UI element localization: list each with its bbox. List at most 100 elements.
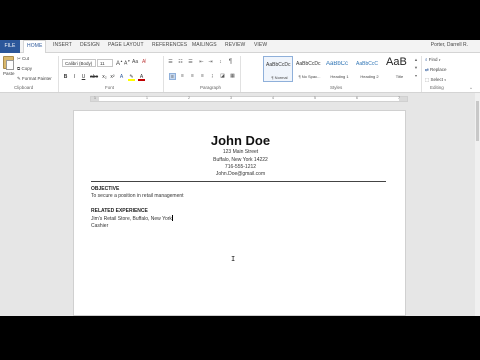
tab-file[interactable]: FILE bbox=[0, 40, 20, 53]
resume-phone: 716-555-1212 bbox=[224, 164, 257, 170]
tab-design[interactable]: DESIGN bbox=[80, 42, 100, 48]
subscript-icon[interactable]: x₂ bbox=[101, 74, 108, 81]
superscript-icon[interactable]: x² bbox=[109, 74, 116, 81]
style-sample: AaBbCcC bbox=[356, 61, 378, 67]
style-sample: AaBbCcDc bbox=[296, 61, 321, 67]
style-title[interactable]: AaB Title bbox=[384, 56, 414, 82]
increase-indent-icon[interactable]: ⇥ bbox=[207, 59, 214, 66]
vertical-scrollbar[interactable] bbox=[475, 93, 480, 316]
underline-button[interactable]: U bbox=[80, 74, 87, 81]
resume-name: John Doe bbox=[210, 133, 271, 148]
paste-button[interactable]: Paste bbox=[3, 71, 15, 76]
strikethrough-icon[interactable]: abc bbox=[90, 74, 98, 81]
text-effects-icon[interactable]: A bbox=[118, 74, 125, 81]
borders-icon[interactable]: ▦ bbox=[229, 73, 236, 80]
italic-button[interactable]: I bbox=[71, 74, 78, 81]
tab-page-layout[interactable]: PAGE LAYOUT bbox=[108, 42, 144, 48]
select-button[interactable]: ⬚ Select ▾ bbox=[425, 77, 446, 83]
align-center-icon[interactable]: ≡ bbox=[179, 73, 186, 80]
horizontal-rule bbox=[91, 181, 386, 182]
word-window: FILE HOME INSERT DESIGN PAGE LAYOUT REFE… bbox=[0, 40, 480, 316]
resume-city: Buffalo, New York 14222 bbox=[213, 157, 268, 163]
ruler-number: 1 bbox=[146, 96, 148, 100]
bold-button[interactable]: B bbox=[62, 74, 69, 81]
scrollbar-thumb[interactable] bbox=[476, 101, 479, 141]
find-label: Find bbox=[428, 57, 438, 62]
ribbon-divider bbox=[58, 56, 59, 92]
paragraph-group-label: Paragraph bbox=[200, 85, 222, 90]
font-color-icon[interactable]: A bbox=[138, 74, 145, 81]
style-heading-2[interactable]: AaBbCcC Heading 2 bbox=[354, 56, 384, 82]
text-cursor bbox=[172, 215, 173, 221]
ruler-number: 3 bbox=[230, 96, 232, 100]
clipboard-group-label: Clipboard bbox=[14, 85, 34, 90]
ruler-right-margin bbox=[399, 97, 407, 101]
gallery-more-icon[interactable]: ▾ bbox=[413, 72, 419, 80]
find-button[interactable]: ⌕ Find ▾ bbox=[425, 57, 440, 62]
brush-icon: ✎ bbox=[17, 76, 21, 81]
copy-button[interactable]: ⧉ Copy bbox=[17, 66, 32, 71]
ribbon-tab-bar: FILE HOME INSERT DESIGN PAGE LAYOUT REFE… bbox=[0, 40, 480, 54]
font-size-select[interactable]: 11 bbox=[97, 59, 113, 67]
ribbon-home: Paste ✂ Cut ⧉ Copy ✎ Format Painter Clip… bbox=[0, 53, 480, 93]
grow-font-icon[interactable]: A▲ bbox=[116, 59, 123, 67]
style-name: ¶ No Spac... bbox=[298, 74, 321, 79]
ribbon-divider bbox=[163, 56, 164, 92]
replace-button[interactable]: ⇄ Replace bbox=[425, 67, 447, 73]
format-painter-label: Format Painter bbox=[22, 76, 52, 81]
style-no-spacing[interactable]: AaBbCcDc ¶ No Spac... bbox=[294, 56, 324, 82]
copy-icon: ⧉ bbox=[17, 66, 21, 71]
gallery-down-icon[interactable]: ▼ bbox=[413, 64, 419, 72]
numbering-icon[interactable]: ☷ bbox=[177, 59, 184, 66]
style-normal[interactable]: AaBbCcDc ¶ Normal bbox=[263, 56, 293, 82]
shrink-font-icon[interactable]: A▼ bbox=[124, 59, 130, 67]
user-account[interactable]: Porter, Darrell R. bbox=[431, 42, 468, 48]
tab-insert[interactable]: INSERT bbox=[53, 42, 72, 48]
style-name: Title bbox=[395, 74, 404, 79]
gallery-up-icon[interactable]: ▲ bbox=[413, 56, 419, 64]
highlight-icon[interactable]: ✎ bbox=[128, 74, 135, 81]
collapse-ribbon-icon[interactable]: ^ bbox=[470, 86, 472, 91]
ruler-number: 5 bbox=[314, 96, 316, 100]
multilevel-list-icon[interactable]: ☰ bbox=[187, 59, 194, 66]
style-name: Heading 2 bbox=[360, 74, 379, 79]
change-case-icon[interactable]: Aa bbox=[132, 59, 138, 65]
ribbon-divider bbox=[240, 56, 241, 92]
tab-mailings[interactable]: MAILINGS bbox=[192, 42, 217, 48]
paste-icon[interactable] bbox=[3, 56, 14, 70]
scissors-icon: ✂ bbox=[17, 56, 21, 61]
ribbon-divider bbox=[421, 56, 422, 92]
align-left-icon[interactable]: ≡ bbox=[169, 73, 176, 80]
select-label: Select bbox=[430, 77, 444, 82]
copy-label: Copy bbox=[21, 66, 32, 71]
style-name: Heading 1 bbox=[330, 74, 349, 79]
document-page[interactable]: John Doe 123 Main Street Buffalo, New Yo… bbox=[73, 110, 406, 316]
sort-icon[interactable]: ↕ bbox=[217, 59, 224, 66]
style-sample: AaB bbox=[386, 56, 407, 68]
ibeam-cursor-icon: I bbox=[231, 255, 236, 263]
cut-button[interactable]: ✂ Cut bbox=[17, 56, 29, 62]
show-formatting-button[interactable]: ¶ bbox=[227, 59, 234, 66]
line-spacing-icon[interactable]: ↨ bbox=[209, 73, 216, 80]
align-right-icon[interactable]: ≡ bbox=[189, 73, 196, 80]
font-name-select[interactable]: Calibri (Body) bbox=[62, 59, 96, 67]
bullets-icon[interactable]: ☰ bbox=[167, 59, 174, 66]
experience-heading: RELATED EXPERIENCE bbox=[91, 208, 148, 214]
objective-text: To secure a position in retail managemen… bbox=[91, 193, 184, 199]
shading-icon[interactable]: ◪ bbox=[219, 73, 226, 80]
format-painter-button[interactable]: ✎ Format Painter bbox=[17, 76, 52, 82]
clear-formatting-icon[interactable]: A̸ bbox=[142, 59, 145, 65]
tab-view[interactable]: VIEW bbox=[254, 42, 267, 48]
tab-references[interactable]: REFERENCES bbox=[152, 42, 187, 48]
cut-label: Cut bbox=[22, 56, 30, 61]
select-icon: ⬚ bbox=[425, 77, 430, 82]
tab-home[interactable]: HOME bbox=[23, 40, 47, 54]
style-heading-1[interactable]: AaBbCc Heading 1 bbox=[324, 56, 354, 82]
ruler-number: 1 bbox=[94, 96, 96, 100]
decrease-indent-icon[interactable]: ⇤ bbox=[198, 59, 205, 66]
justify-icon[interactable]: ≡ bbox=[199, 73, 206, 80]
tab-review[interactable]: REVIEW bbox=[225, 42, 245, 48]
horizontal-ruler[interactable]: 1 1 2 3 4 5 6 7 bbox=[90, 96, 408, 102]
ruler-number: 6 bbox=[356, 96, 358, 100]
replace-label: Replace bbox=[430, 67, 447, 72]
